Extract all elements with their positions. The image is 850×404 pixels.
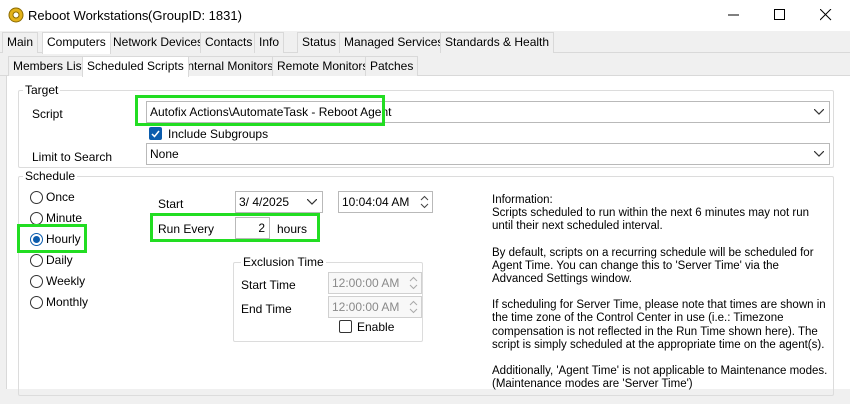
checkmark-icon xyxy=(151,130,160,138)
spinner-arrows-icon xyxy=(409,300,418,314)
start-time-value: 10:04:04 AM xyxy=(342,195,410,209)
radio-minute-label: Minute xyxy=(46,211,83,225)
info-paragraph: Information: Scripts scheduled to run wi… xyxy=(492,194,810,233)
exclusion-time-legend: Exclusion Time xyxy=(241,255,326,269)
target-legend: Target xyxy=(23,83,61,97)
tab-remote-monitors[interactable]: Remote Monitors xyxy=(272,56,374,76)
radio-daily[interactable] xyxy=(30,254,43,267)
exclusion-end-value: 12:00:00 AM xyxy=(332,300,400,314)
spinner-arrows-icon xyxy=(409,276,418,290)
start-time-spinner[interactable]: 10:04:04 AM xyxy=(338,191,433,213)
limit-to-search-dropdown[interactable]: None xyxy=(146,143,830,165)
radio-once-label: Once xyxy=(46,190,75,204)
schedule-legend: Schedule xyxy=(23,169,78,183)
tab-members-list[interactable]: Members List xyxy=(8,56,91,76)
maximize-button[interactable] xyxy=(758,0,804,31)
include-subgroups-label: Include Subgroups xyxy=(168,127,269,141)
info-paragraph: By default, scripts on a recurring sched… xyxy=(492,246,814,286)
minimize-icon xyxy=(728,14,739,16)
close-icon xyxy=(820,9,832,21)
info-paragraph: If scheduling for Server Time, please no… xyxy=(492,299,826,351)
exclusion-end-label: End Time xyxy=(241,302,292,316)
radio-monthly[interactable] xyxy=(30,296,43,309)
gear-icon xyxy=(8,7,24,23)
radio-weekly-label: Weekly xyxy=(46,274,86,288)
include-subgroups-checkbox[interactable] xyxy=(149,127,162,140)
chevron-down-icon xyxy=(814,109,824,115)
window-title: Reboot Workstations xyxy=(28,8,149,23)
script-label: Script xyxy=(32,107,63,121)
start-date-picker[interactable]: 3/ 4/2025 xyxy=(235,191,323,213)
limit-to-search-value: None xyxy=(150,147,179,161)
title-bar: Reboot Workstations (GroupID: 1831) xyxy=(0,0,850,31)
radio-monthly-label: Monthly xyxy=(46,295,89,309)
maximize-icon xyxy=(774,9,785,20)
window-group-id: (GroupID: 1831) xyxy=(148,8,242,23)
exclusion-enable-label: Enable xyxy=(357,320,395,334)
tab-status[interactable]: Status xyxy=(297,32,342,53)
tab-contacts[interactable]: Contacts xyxy=(200,32,258,53)
tab-main[interactable]: Main xyxy=(2,32,39,53)
info-paragraph: Additionally, 'Agent Time' is not applic… xyxy=(492,365,828,391)
exclusion-enable-checkbox[interactable] xyxy=(339,320,352,333)
spinner-arrows-icon xyxy=(420,195,429,209)
hourly-highlight xyxy=(17,224,87,253)
close-button[interactable] xyxy=(804,0,850,31)
exclusion-end-spinner[interactable]: 12:00:00 AM xyxy=(328,296,422,318)
information-text: Information: Scripts scheduled to run wi… xyxy=(492,194,832,404)
exclusion-start-value: 12:00:00 AM xyxy=(332,276,400,290)
radio-once[interactable] xyxy=(30,191,43,204)
tab-network-devices[interactable]: Network Devices xyxy=(108,32,209,53)
chevron-down-icon xyxy=(814,151,824,157)
tab-scheduled-scripts[interactable]: Scheduled Scripts xyxy=(82,56,189,77)
minimize-button[interactable] xyxy=(712,0,758,31)
script-highlight xyxy=(135,95,385,126)
start-date-value: 3/ 4/2025 xyxy=(239,195,290,209)
exclusion-start-label: Start Time xyxy=(241,278,296,292)
run-every-highlight xyxy=(150,213,320,242)
radio-weekly[interactable] xyxy=(30,275,43,288)
limit-to-search-label: Limit to Search xyxy=(32,150,113,164)
exclusion-start-spinner[interactable]: 12:00:00 AM xyxy=(328,272,422,294)
tab-computers[interactable]: Computers xyxy=(42,32,111,54)
start-label: Start xyxy=(158,197,184,211)
tab-standards-health[interactable]: Standards & Health xyxy=(440,32,555,53)
radio-daily-label: Daily xyxy=(46,253,73,267)
tab-internal-monitors[interactable]: Internal Monitors xyxy=(179,56,279,76)
main-tab-strip: Main Computers Network Devices Contacts … xyxy=(0,32,850,54)
tab-patches[interactable]: Patches xyxy=(365,56,419,76)
tab-info[interactable]: Info xyxy=(254,32,285,53)
tab-managed-services[interactable]: Managed Services xyxy=(339,32,449,53)
sub-tab-strip: Members List Scheduled Scripts Internal … xyxy=(0,56,850,77)
chevron-down-icon xyxy=(307,199,317,205)
